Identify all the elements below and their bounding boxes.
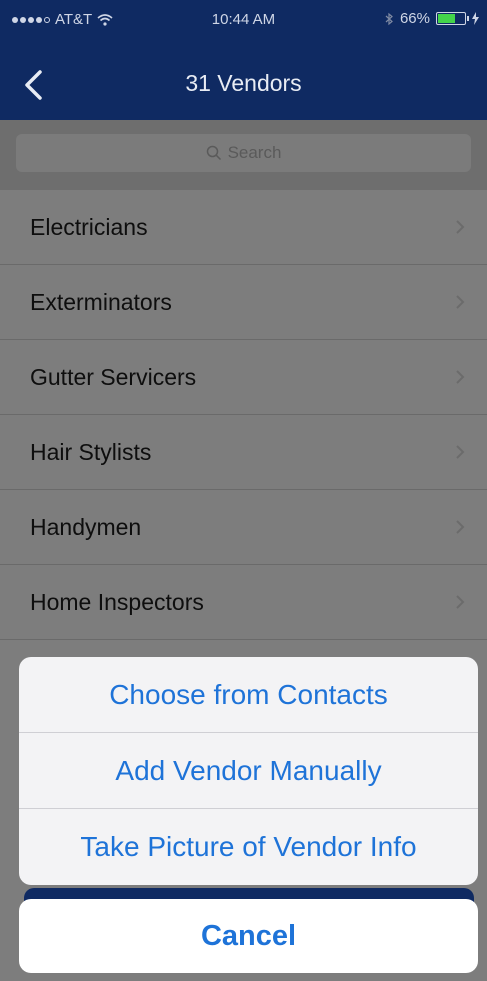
action-sheet-option[interactable]: Choose from Contacts	[19, 657, 478, 733]
chevron-right-icon	[456, 370, 465, 384]
chevron-right-icon	[456, 595, 465, 609]
status-bar: AT&T 10:44 AM 66%	[0, 0, 487, 40]
action-sheet-option[interactable]: Take Picture of Vendor Info	[19, 809, 478, 885]
navigation-bar: 31 Vendors	[0, 40, 487, 120]
list-item[interactable]: Home Inspectors	[0, 565, 487, 640]
search-bar: Search	[0, 120, 487, 190]
list-item[interactable]: Gutter Servicers	[0, 340, 487, 415]
status-right: 66%	[385, 10, 479, 27]
list-item-label: Exterminators	[30, 289, 172, 315]
list-item[interactable]: Exterminators	[0, 265, 487, 340]
battery-level	[438, 14, 456, 23]
list-item[interactable]: Hair Stylists	[0, 415, 487, 490]
vendor-category-list: Electricians Exterminators Gutter Servicer…	[0, 190, 487, 640]
battery-icon	[436, 12, 469, 25]
charging-icon	[472, 12, 479, 25]
chevron-right-icon	[456, 520, 465, 534]
action-sheet-option[interactable]: Add Vendor Manually	[19, 733, 478, 809]
list-item-label: Handymen	[30, 514, 142, 540]
list-item-label: Home Inspectors	[30, 589, 204, 615]
list-item[interactable]: Handymen	[0, 490, 487, 565]
top-bar: AT&T 10:44 AM 66% 31 Vendors	[0, 0, 487, 120]
chevron-right-icon	[456, 445, 465, 459]
action-sheet: Choose from Contacts Add Vendor Manually T…	[19, 657, 478, 885]
search-input[interactable]: Search	[16, 134, 471, 172]
battery-percent: 66%	[399, 10, 430, 27]
list-item-label: Hair Stylists	[30, 439, 152, 465]
chevron-right-icon	[456, 220, 465, 234]
list-item-label: Gutter Servicers	[30, 364, 197, 390]
list-item-label: Electricians	[30, 214, 148, 240]
chevron-right-icon	[456, 295, 465, 309]
search-icon	[206, 145, 221, 161]
cancel-button[interactable]: Cancel	[19, 899, 478, 973]
search-placeholder: Search	[227, 143, 282, 162]
app-screen: AT&T 10:44 AM 66% 31 Vendors Search Elec…	[0, 0, 487, 981]
page-title: 31 Vendors	[185, 70, 302, 96]
list-item[interactable]: Electricians	[0, 190, 487, 265]
bluetooth-icon	[385, 12, 393, 25]
